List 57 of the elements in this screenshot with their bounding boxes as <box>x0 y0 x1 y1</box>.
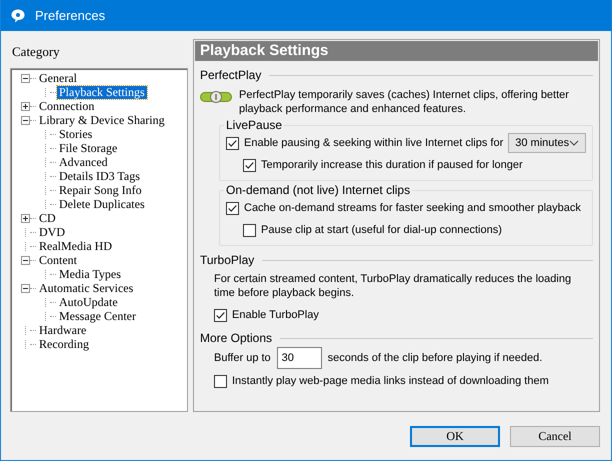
ok-button[interactable]: OK <box>410 426 500 447</box>
tree-item[interactable]: Advanced <box>57 156 110 168</box>
section-description: For certain streamed content, TurboPlay dramatically reduces the loading time before playback begins. <box>214 272 572 300</box>
duration-dropdown[interactable]: 30 minutes <box>508 133 586 153</box>
buffer-seconds-field[interactable]: 30 <box>276 346 322 368</box>
tree-item[interactable]: Delete Duplicates <box>57 198 147 210</box>
tree-item[interactable]: Playback Settings <box>57 86 147 98</box>
tree-item[interactable]: Hardware <box>37 324 88 336</box>
checkbox-label: Enable pausing & seeking within live Internet clips for <box>244 137 504 149</box>
checkbox-label: Pause clip at start (useful for dial-up connections) <box>261 224 502 236</box>
tree-item[interactable]: AutoUpdate <box>57 296 120 308</box>
tree-item[interactable]: Details ID3 Tags <box>57 170 142 182</box>
group-title: LivePause <box>225 118 284 132</box>
tree-item[interactable]: General <box>37 72 79 84</box>
tree-item[interactable]: Repair Song Info <box>57 184 144 196</box>
section-heading: More Options <box>200 331 272 345</box>
collapse-icon[interactable] <box>21 284 30 292</box>
checkbox[interactable] <box>214 374 227 388</box>
checkbox[interactable] <box>214 308 227 322</box>
buffer-suffix-label: seconds of the clip before playing if needed. <box>328 352 542 364</box>
checkbox-label: Enable TurboPlay <box>232 309 319 321</box>
checkbox-label: Temporarily increase this duration if paused for longer <box>261 159 523 171</box>
tree-item[interactable]: Recording <box>37 338 91 350</box>
toggle-pill-icon <box>200 91 232 103</box>
checkbox[interactable] <box>226 136 239 150</box>
section-heading: TurboPlay <box>200 253 254 267</box>
chevron-down-icon <box>569 140 580 146</box>
collapse-icon[interactable] <box>21 116 30 124</box>
checkbox[interactable] <box>243 158 256 172</box>
tree-item[interactable]: Content <box>37 254 79 266</box>
tree-item[interactable]: Message Center <box>57 310 138 322</box>
tree-item[interactable]: File Storage <box>57 142 120 154</box>
chat-bubble-icon <box>10 8 26 24</box>
tree-item[interactable]: RealMedia HD <box>37 240 114 252</box>
collapse-icon[interactable] <box>21 74 30 82</box>
cancel-button[interactable]: Cancel <box>510 426 600 447</box>
tree-item[interactable]: Media Types <box>57 268 123 280</box>
checkbox[interactable] <box>226 202 239 214</box>
tree-item[interactable]: Library & Device Sharing <box>37 114 167 126</box>
tree-item[interactable]: Connection <box>37 100 96 112</box>
checkbox[interactable] <box>243 224 256 236</box>
section-heading: PerfectPlay <box>200 68 262 82</box>
collapse-icon[interactable] <box>21 256 30 264</box>
tree-item[interactable]: Automatic Services <box>37 282 136 294</box>
checkbox-label: Cache on-demand streams for faster seeking and smoother playback <box>244 202 581 214</box>
expand-icon[interactable] <box>21 102 30 110</box>
checkbox-label: Instantly play web-page media links instead of downloading them <box>232 375 549 387</box>
expand-icon[interactable] <box>21 214 30 222</box>
panel-header: Playback Settings <box>195 41 598 61</box>
group-title: On-demand (not live) Internet clips <box>225 183 412 197</box>
tree-item[interactable]: Stories <box>57 128 94 140</box>
window-title: Preferences <box>35 8 106 23</box>
tree-item[interactable]: DVD <box>37 226 67 238</box>
section-description: PerfectPlay temporarily saves (caches) Internet clips, offering better playback performance and enhanced features. <box>239 88 570 116</box>
tree-item[interactable]: CD <box>37 212 58 224</box>
category-label: Category <box>12 44 61 60</box>
buffer-label: Buffer up to <box>214 352 271 364</box>
